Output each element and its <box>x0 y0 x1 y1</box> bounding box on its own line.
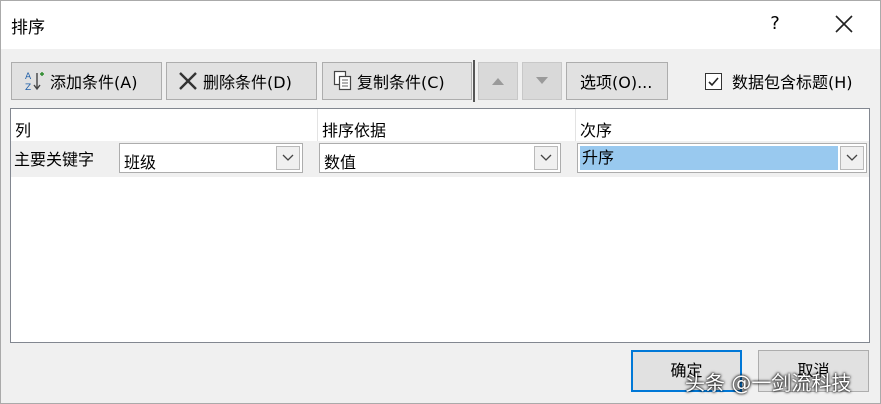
title-bar: 排序 ? <box>1 1 880 49</box>
sort-on-header: 排序依据 <box>322 121 387 140</box>
move-up-icon <box>492 78 504 85</box>
sort-on-select[interactable]: 数值 <box>319 143 561 173</box>
options-button[interactable]: 选项(O)... <box>566 62 668 100</box>
chevron-down-icon[interactable] <box>840 146 864 170</box>
order-select[interactable]: 升序 <box>577 143 867 173</box>
move-down-button[interactable] <box>522 62 562 100</box>
sort-dialog: 排序 ? A Z 添加条件(A) 删除条件(D) 复制条件(C) 选项(O)..… <box>0 0 881 404</box>
column-header: 列 <box>15 121 32 140</box>
watermark-text: 头条 @一剑流科技 <box>685 371 852 395</box>
options-label: 选项(O)... <box>580 73 653 92</box>
sort-on-select-value: 数值 <box>324 153 357 172</box>
svg-text:A: A <box>25 72 32 82</box>
dialog-title: 排序 <box>11 18 45 38</box>
checkmark-icon <box>708 76 719 86</box>
add-condition-button[interactable]: A Z 添加条件(A) <box>11 62 162 100</box>
help-button[interactable]: ? <box>761 9 789 39</box>
toolbar-separator <box>473 60 475 102</box>
chevron-down-icon[interactable] <box>534 146 558 170</box>
header-checkbox-row[interactable]: 数据包含标题(H) <box>705 69 853 93</box>
add-condition-label: 添加条件(A) <box>50 73 138 92</box>
primary-key-label: 主要关键字 <box>14 150 95 169</box>
delete-x-icon <box>177 70 199 92</box>
copy-condition-button[interactable]: 复制条件(C) <box>322 62 472 100</box>
header-divider <box>317 109 318 141</box>
header-checkbox-label: 数据包含标题(H) <box>732 73 853 92</box>
close-icon <box>835 15 853 33</box>
delete-condition-label: 删除条件(D) <box>203 73 292 92</box>
sort-az-icon: A Z <box>22 69 46 93</box>
move-down-icon <box>536 77 548 84</box>
column-select-value: 班级 <box>124 153 157 172</box>
sort-levels-grid: 列 排序依据 次序 主要关键字 班级 数值 升序 <box>10 108 870 343</box>
close-button[interactable] <box>829 9 859 39</box>
delete-condition-button[interactable]: 删除条件(D) <box>166 62 317 100</box>
order-header: 次序 <box>580 121 613 140</box>
order-select-value: 升序 <box>580 146 838 170</box>
copy-icon <box>333 70 353 92</box>
copy-condition-label: 复制条件(C) <box>357 73 445 92</box>
move-up-button[interactable] <box>478 62 518 100</box>
svg-text:Z: Z <box>25 83 31 93</box>
header-divider <box>575 109 576 141</box>
chevron-down-icon[interactable] <box>276 146 300 170</box>
column-select[interactable]: 班级 <box>119 143 303 173</box>
header-checkbox[interactable] <box>705 72 722 90</box>
